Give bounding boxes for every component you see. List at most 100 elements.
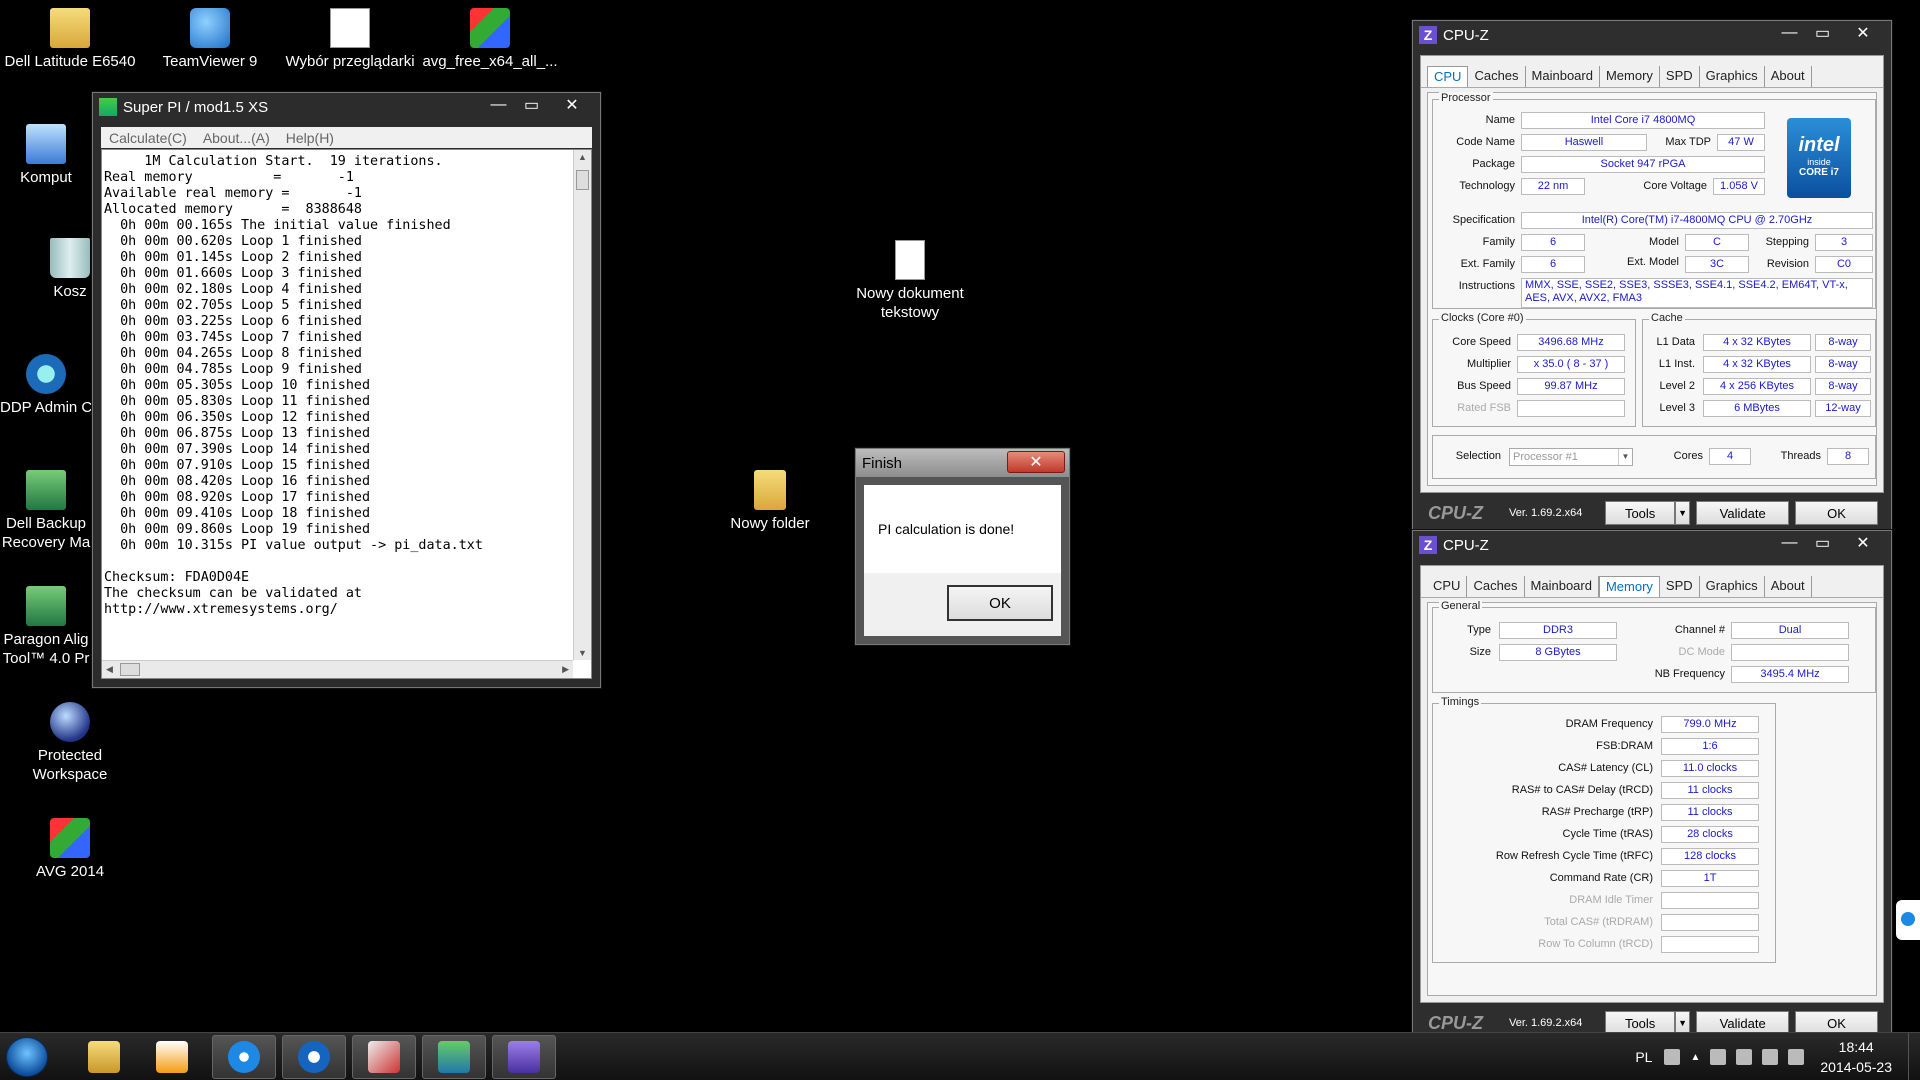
computer-icon bbox=[26, 124, 66, 164]
cpuz-logo: CPU-Z bbox=[1428, 1012, 1483, 1033]
scroll-up-icon[interactable]: ▲ bbox=[578, 152, 587, 162]
show-desktop-button[interactable] bbox=[1908, 1033, 1920, 1080]
start-button[interactable] bbox=[6, 1037, 48, 1077]
scroll-right-icon[interactable]: ▶ bbox=[562, 664, 569, 675]
superpi-output-area[interactable]: 1M Calculation Start. 19 iterations. Rea… bbox=[101, 149, 592, 679]
volume-icon[interactable] bbox=[1788, 1049, 1805, 1065]
ratedfsb-value bbox=[1517, 400, 1625, 417]
taskbar-superpi[interactable] bbox=[422, 1035, 486, 1079]
tab-mainboard[interactable]: Mainboard bbox=[1526, 66, 1600, 87]
level3-label: Level 3 bbox=[1659, 402, 1695, 414]
show-hidden-icons-icon[interactable]: ▲ bbox=[1690, 1052, 1700, 1063]
minimize-button[interactable]: — bbox=[1773, 532, 1806, 554]
tab-graphics[interactable]: Graphics bbox=[1700, 66, 1765, 87]
cpuz-titlebar[interactable]: Z CPU-Z — ▭ ✕ bbox=[1413, 531, 1891, 559]
desktop-icon-text-document[interactable]: Nowy dokument tekstowy bbox=[840, 240, 980, 322]
network-icon[interactable] bbox=[1762, 1049, 1779, 1065]
tab-mainboard[interactable]: Mainboard bbox=[1525, 576, 1599, 597]
timing-label: CAS# Latency (CL) bbox=[1558, 762, 1653, 774]
validate-button[interactable]: Validate bbox=[1696, 501, 1789, 525]
vertical-scroll-thumb[interactable] bbox=[576, 170, 589, 190]
level2-way: 8-way bbox=[1815, 378, 1871, 395]
backup-icon bbox=[26, 470, 66, 510]
menu-help[interactable]: Help(H) bbox=[278, 130, 342, 146]
model-label: Model bbox=[1649, 236, 1679, 248]
timing-label: Cycle Time (tRAS) bbox=[1562, 828, 1653, 840]
tab-memory[interactable]: Memory bbox=[1600, 66, 1660, 87]
tab-graphics[interactable]: Graphics bbox=[1700, 576, 1765, 597]
taskbar-media-player[interactable] bbox=[140, 1035, 204, 1079]
ok-button[interactable]: OK bbox=[1795, 501, 1878, 525]
desktop-icon-avg-installer[interactable]: avg_free_x64_all_... bbox=[420, 8, 560, 71]
horizontal-scrollbar[interactable]: ◀ ▶ bbox=[102, 660, 573, 678]
desktop-icon-protected-workspace[interactable]: Protected Workspace bbox=[0, 702, 140, 784]
close-button[interactable]: ✕ bbox=[1839, 532, 1887, 554]
language-indicator[interactable]: PL bbox=[1635, 1049, 1652, 1065]
tab-cpu[interactable]: CPU bbox=[1427, 66, 1469, 87]
technology-label: Technology bbox=[1459, 180, 1515, 192]
desktop-icon-new-folder[interactable]: Nowy folder bbox=[700, 470, 840, 533]
tab-about[interactable]: About bbox=[1765, 66, 1812, 87]
ok-button[interactable]: OK bbox=[947, 585, 1053, 621]
battery-icon[interactable] bbox=[1736, 1049, 1753, 1065]
desktop-icon-dell-backup[interactable]: Dell Backup Recovery Ma bbox=[0, 470, 92, 552]
vertical-scrollbar[interactable]: ▲ ▼ bbox=[573, 150, 591, 660]
desktop-icon-browser-choice[interactable]: Wybór przeglądarki bbox=[280, 8, 420, 71]
memory-panel: General Type DDR3 Size 8 GBytes Channel … bbox=[1427, 600, 1877, 996]
taskbar-cpuz[interactable] bbox=[492, 1035, 556, 1079]
timing-value bbox=[1661, 914, 1759, 931]
taskbar-teamviewer[interactable] bbox=[282, 1035, 346, 1079]
name-label: Name bbox=[1485, 114, 1515, 126]
cpuz-icon bbox=[508, 1041, 540, 1073]
tab-spd[interactable]: SPD bbox=[1660, 576, 1700, 597]
close-button[interactable]: ✕ bbox=[1007, 451, 1065, 473]
corevoltage-value: 1.058 V bbox=[1713, 178, 1765, 195]
type-value: DDR3 bbox=[1499, 622, 1617, 639]
keyboard-icon[interactable] bbox=[1664, 1049, 1681, 1065]
teamviewer-side-tab[interactable] bbox=[1896, 900, 1920, 940]
timing-value: 28 clocks bbox=[1661, 826, 1759, 843]
desktop-icon-computer[interactable]: Komput bbox=[0, 124, 92, 187]
desktop-icon-dell-latitude[interactable]: Dell Latitude E6540 bbox=[0, 8, 140, 71]
timings-group: Timings DRAM Frequency 799.0 MHz FSB:DRA… bbox=[1432, 696, 1776, 963]
desktop-icon-teamviewer[interactable]: TeamViewer 9 bbox=[140, 8, 280, 71]
maximize-button[interactable]: ▭ bbox=[1806, 22, 1839, 44]
tab-spd[interactable]: SPD bbox=[1660, 66, 1700, 87]
finish-titlebar[interactable]: Finish ✕ bbox=[856, 449, 1069, 477]
minimize-button[interactable]: — bbox=[482, 94, 515, 116]
taskbar-explorer[interactable] bbox=[72, 1035, 136, 1079]
desktop-icon-ddp-admin[interactable]: DDP Admin C bbox=[0, 354, 92, 417]
menu-about[interactable]: About...(A) bbox=[195, 130, 278, 146]
tab-caches[interactable]: Caches bbox=[1468, 66, 1526, 87]
tab-cpu[interactable]: CPU bbox=[1427, 576, 1468, 597]
extfamily-value: 6 bbox=[1521, 256, 1585, 273]
maximize-button[interactable]: ▭ bbox=[515, 94, 548, 116]
tab-memory[interactable]: Memory bbox=[1598, 576, 1660, 597]
extfamily-label: Ext. Family bbox=[1460, 258, 1515, 270]
superpi-titlebar[interactable]: Super PI / mod1.5 XS — ▭ ✕ bbox=[93, 93, 600, 121]
dcmode-value bbox=[1731, 644, 1849, 661]
menu-calculate[interactable]: Calculate(C) bbox=[101, 130, 195, 146]
tab-about[interactable]: About bbox=[1765, 576, 1812, 597]
finish-message-area: PI calculation is done! bbox=[864, 485, 1061, 573]
tab-caches[interactable]: Caches bbox=[1467, 576, 1525, 597]
close-button[interactable]: ✕ bbox=[1839, 22, 1887, 44]
horizontal-scroll-thumb[interactable] bbox=[120, 663, 140, 676]
scroll-down-icon[interactable]: ▼ bbox=[578, 648, 587, 658]
minimize-button[interactable]: — bbox=[1773, 22, 1806, 44]
desktop-icon-paragon[interactable]: Paragon Alig Tool™ 4.0 Pr bbox=[0, 586, 92, 668]
taskbar-internet-explorer[interactable] bbox=[212, 1035, 276, 1079]
finish-footer: OK bbox=[864, 573, 1061, 636]
maximize-button[interactable]: ▭ bbox=[1806, 532, 1839, 554]
clock[interactable]: 18:44 2014-05-23 bbox=[1820, 1037, 1892, 1077]
taskbar-snipping-tool[interactable] bbox=[352, 1035, 416, 1079]
timing-value: 799.0 MHz bbox=[1661, 716, 1759, 733]
tools-dropdown-icon[interactable]: ▼ bbox=[1674, 501, 1691, 525]
close-button[interactable]: ✕ bbox=[548, 94, 596, 116]
action-center-flag-icon[interactable] bbox=[1710, 1049, 1727, 1065]
scroll-left-icon[interactable]: ◀ bbox=[106, 664, 113, 675]
processor-select[interactable]: Processor #1 ▼ bbox=[1509, 448, 1633, 466]
tools-button[interactable]: Tools bbox=[1605, 501, 1675, 525]
cpuz-titlebar[interactable]: Z CPU-Z — ▭ ✕ bbox=[1413, 21, 1891, 49]
desktop-icon-avg[interactable]: AVG 2014 bbox=[0, 818, 140, 881]
